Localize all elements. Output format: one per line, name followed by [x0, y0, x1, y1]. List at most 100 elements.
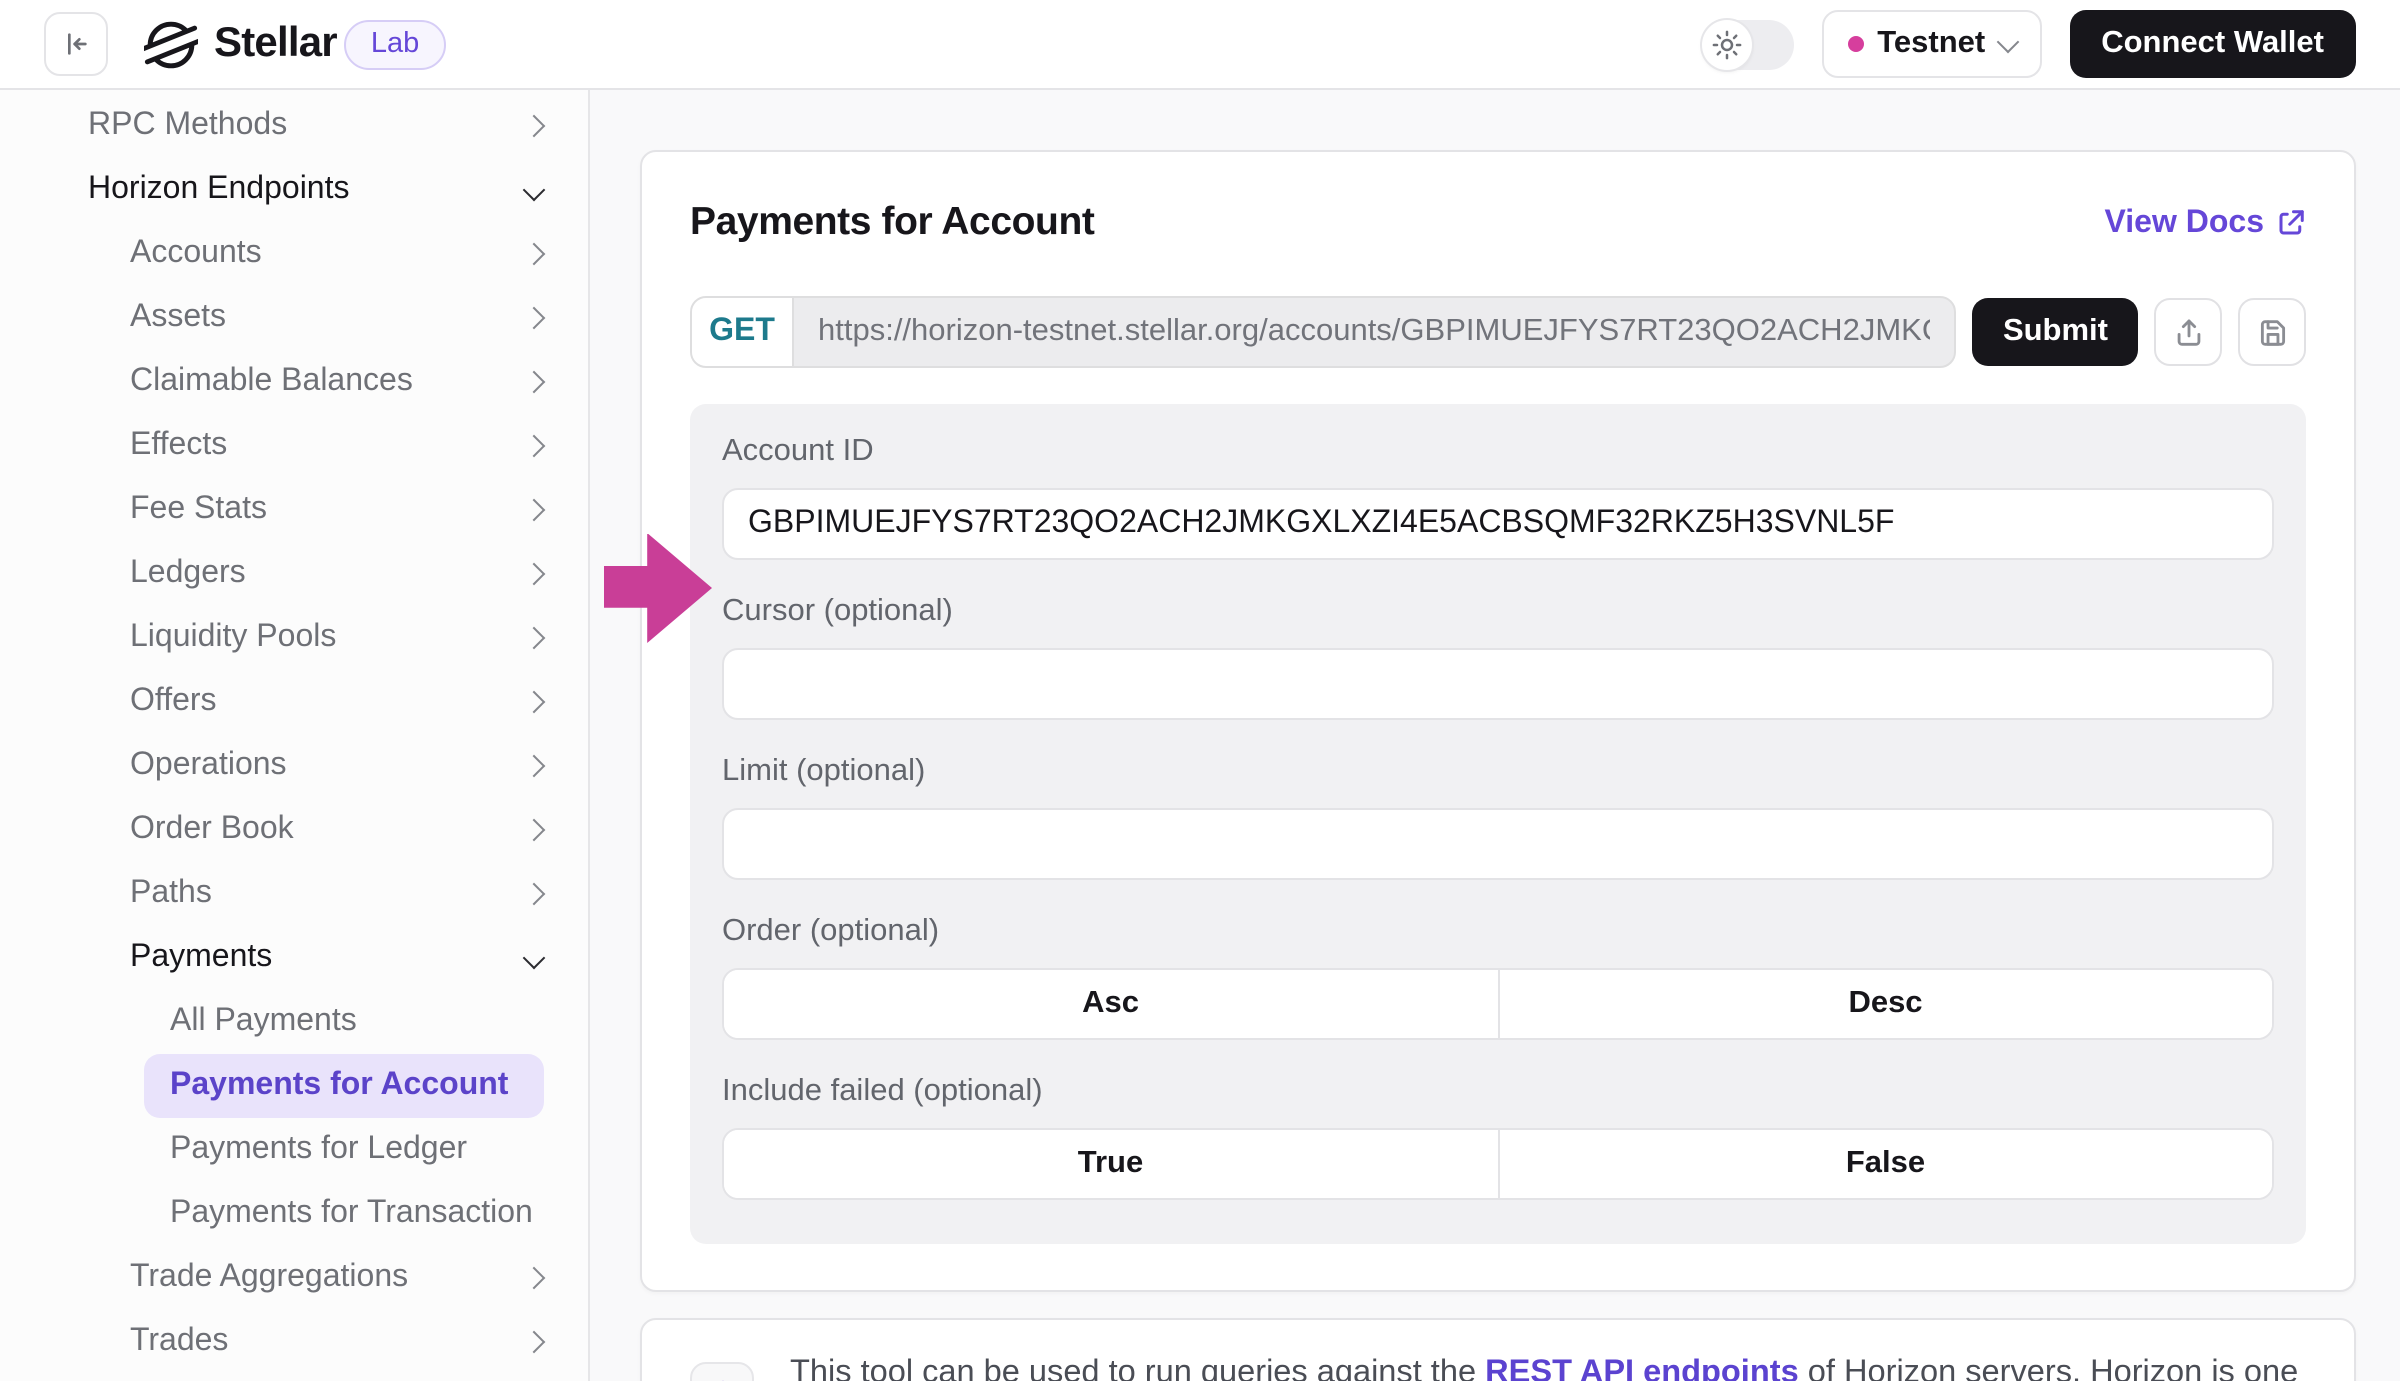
sidebar-item-payments[interactable]: Payments	[0, 926, 588, 990]
external-link-icon	[2276, 208, 2306, 238]
field-include-failed: Include failed (optional) True False	[722, 1072, 2274, 1200]
info-card: This tool can be used to run queries aga…	[640, 1318, 2356, 1381]
sidebar-item-order-book[interactable]: Order Book	[0, 798, 588, 862]
chevron-icon	[523, 883, 546, 906]
sidebar-item-label: Effects	[130, 428, 227, 464]
sidebar-item-label: Horizon Endpoints	[88, 172, 350, 208]
app-header: Stellar Lab	[0, 0, 2400, 90]
sidebar-item-claimable-balances[interactable]: Claimable Balances	[0, 350, 588, 414]
chevron-icon	[523, 947, 546, 970]
sidebar-item-paths[interactable]: Paths	[0, 862, 588, 926]
connect-wallet-button[interactable]: Connect Wallet	[2069, 10, 2356, 78]
sidebar-item-label: Accounts	[130, 236, 262, 272]
sidebar-item-effects[interactable]: Effects	[0, 414, 588, 478]
sidebar-item-label: Payments	[130, 940, 272, 976]
sidebar-item-label: Assets	[130, 300, 226, 336]
sidebar-item-fee-stats[interactable]: Fee Stats	[0, 478, 588, 542]
order-segmented-control: Asc Desc	[722, 968, 2274, 1040]
page-title: Payments for Account	[690, 200, 1095, 246]
info-icon	[705, 1377, 739, 1381]
collapse-sidebar-icon	[60, 28, 92, 60]
sidebar-item-trades[interactable]: Trades	[0, 1310, 588, 1374]
request-url-bar: GET	[690, 296, 1957, 368]
field-label: Order (optional)	[722, 912, 2274, 952]
request-params-panel: Account ID Cursor (optional) Limit (opti…	[690, 404, 2306, 1244]
network-status-dot	[1847, 36, 1863, 52]
theme-toggle[interactable]	[1701, 19, 1793, 69]
include-failed-false-button[interactable]: False	[1499, 1130, 2272, 1198]
sidebar-item-offers[interactable]: Offers	[0, 670, 588, 734]
sidebar-item-list: RPC Methods Horizon Endpoints Accounts A…	[0, 94, 588, 1374]
field-limit: Limit (optional)	[722, 752, 2274, 880]
sidebar-item-all-payments[interactable]: All Payments	[0, 990, 588, 1054]
save-icon	[2255, 315, 2289, 349]
sidebar-nav: RPC Methods Horizon Endpoints Accounts A…	[0, 90, 590, 1381]
view-docs-link[interactable]: View Docs	[2105, 205, 2307, 241]
network-select[interactable]: Testnet	[1821, 10, 2041, 78]
sidebar-item-label: Liquidity Pools	[130, 620, 336, 656]
sidebar-item-payments-for-account[interactable]: Payments for Account	[144, 1054, 544, 1118]
info-icon-chip	[690, 1362, 754, 1381]
info-text: This tool can be used to run queries aga…	[790, 1352, 2306, 1381]
share-request-button[interactable]	[2154, 298, 2222, 366]
sun-icon	[1711, 29, 1741, 59]
chevron-icon	[523, 1331, 546, 1354]
stellar-logo[interactable]: Stellar	[144, 17, 337, 71]
sidebar-item-trade-aggregations[interactable]: Trade Aggregations	[0, 1246, 588, 1310]
sidebar-item-label: Payments for Transaction	[170, 1196, 533, 1232]
sidebar-item-assets[interactable]: Assets	[0, 286, 588, 350]
chevron-icon	[523, 243, 546, 266]
lab-badge: Lab	[345, 19, 445, 69]
limit-input[interactable]	[722, 808, 2274, 880]
chevron-icon	[523, 563, 546, 586]
stellar-lab-app: Stellar Lab	[0, 0, 2400, 1381]
info-text-before: This tool can be used to run queries aga…	[790, 1354, 1485, 1381]
sidebar-item-label: RPC Methods	[88, 108, 287, 144]
sidebar-item-label: Claimable Balances	[130, 364, 413, 400]
field-order: Order (optional) Asc Desc	[722, 912, 2274, 1040]
order-asc-button[interactable]: Asc	[724, 970, 1499, 1038]
chevron-icon	[523, 435, 546, 458]
sidebar-item-label: Trades	[130, 1324, 228, 1360]
sidebar-item-payments-for-transaction[interactable]: Payments for Transaction	[0, 1182, 588, 1246]
cursor-input[interactable]	[722, 648, 2274, 720]
network-label: Testnet	[1877, 26, 1985, 62]
sidebar-item-label: Order Book	[130, 812, 294, 848]
save-request-button[interactable]	[2238, 298, 2306, 366]
sidebar-item-label: Payments for Account	[170, 1068, 508, 1104]
order-desc-button[interactable]: Desc	[1499, 970, 2272, 1038]
sidebar-item-label: Fee Stats	[130, 492, 267, 528]
sidebar-item-label: Payments for Ledger	[170, 1132, 467, 1168]
sidebar-item-ledgers[interactable]: Ledgers	[0, 542, 588, 606]
theme-toggle-knob	[1701, 19, 1751, 69]
chevron-icon	[523, 819, 546, 842]
request-url-input[interactable]	[794, 298, 1955, 366]
submit-button[interactable]: Submit	[1973, 298, 2138, 366]
chevron-icon	[523, 1267, 546, 1290]
view-docs-label: View Docs	[2105, 205, 2265, 241]
http-method-badge: GET	[692, 298, 794, 366]
sidebar-item-label: Paths	[130, 876, 212, 912]
main-content: Payments for Account View Docs GET	[590, 90, 2400, 1381]
brand-name: Stellar	[214, 20, 337, 68]
sidebar-item-liquidity-pools[interactable]: Liquidity Pools	[0, 606, 588, 670]
sidebar-item-horizon-endpoints[interactable]: Horizon Endpoints	[0, 158, 588, 222]
chevron-icon	[523, 691, 546, 714]
sidebar-item-label: Trade Aggregations	[130, 1260, 408, 1296]
sidebar-item-label: Offers	[130, 684, 217, 720]
chevron-icon	[523, 627, 546, 650]
sidebar-item-label: All Payments	[170, 1004, 357, 1040]
header-actions: Testnet Connect Wallet	[1701, 10, 2356, 78]
collapse-sidebar-button[interactable]	[44, 12, 108, 76]
stellar-logo-icon	[144, 17, 198, 71]
sidebar-item-label: Ledgers	[130, 556, 246, 592]
include-failed-true-button[interactable]: True	[724, 1130, 1499, 1198]
rest-api-endpoints-link[interactable]: REST API endpoints	[1485, 1354, 1799, 1381]
sidebar-item-operations[interactable]: Operations	[0, 734, 588, 798]
chevron-icon	[523, 307, 546, 330]
sidebar-item-accounts[interactable]: Accounts	[0, 222, 588, 286]
sidebar-item-rpc-methods[interactable]: RPC Methods	[0, 94, 588, 158]
sidebar-item-payments-for-ledger[interactable]: Payments for Ledger	[0, 1118, 588, 1182]
chevron-icon	[523, 371, 546, 394]
account-id-input[interactable]	[722, 488, 2274, 560]
